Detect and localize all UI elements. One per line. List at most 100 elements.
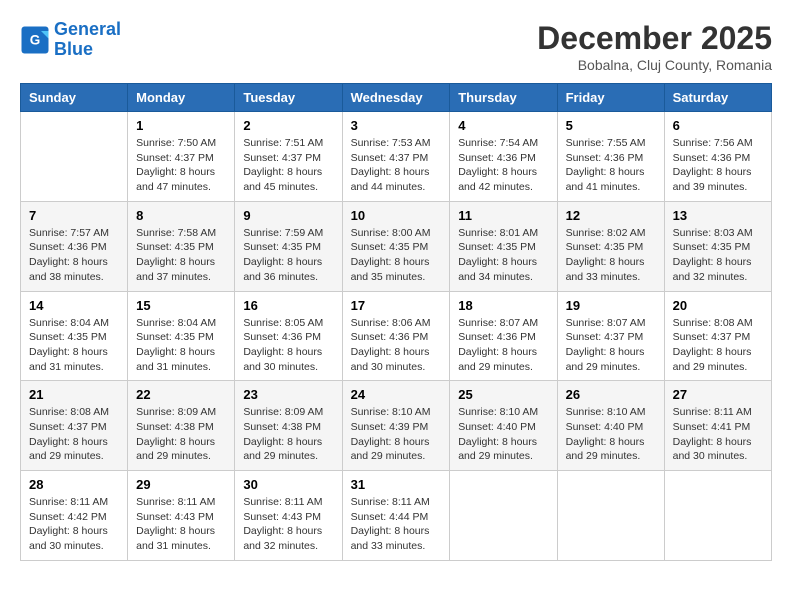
calendar-cell: 20 Sunrise: 8:08 AM Sunset: 4:37 PM Dayl… [664, 291, 771, 381]
calendar-week-row: 28 Sunrise: 8:11 AM Sunset: 4:42 PM Dayl… [21, 471, 772, 561]
calendar-week-row: 7 Sunrise: 7:57 AM Sunset: 4:36 PM Dayli… [21, 201, 772, 291]
day-info: Sunrise: 7:58 AM Sunset: 4:35 PM Dayligh… [136, 226, 226, 285]
calendar-cell: 26 Sunrise: 8:10 AM Sunset: 4:40 PM Dayl… [557, 381, 664, 471]
calendar-day-header: Friday [557, 84, 664, 112]
calendar-cell: 15 Sunrise: 8:04 AM Sunset: 4:35 PM Dayl… [128, 291, 235, 381]
day-number: 18 [458, 298, 548, 313]
day-number: 11 [458, 208, 548, 223]
day-info: Sunrise: 7:54 AM Sunset: 4:36 PM Dayligh… [458, 136, 548, 195]
day-info: Sunrise: 8:11 AM Sunset: 4:41 PM Dayligh… [673, 405, 763, 464]
calendar-cell: 4 Sunrise: 7:54 AM Sunset: 4:36 PM Dayli… [450, 112, 557, 202]
day-number: 30 [243, 477, 333, 492]
calendar-cell [664, 471, 771, 561]
title-block: December 2025 Bobalna, Cluj County, Roma… [537, 20, 772, 73]
day-info: Sunrise: 8:07 AM Sunset: 4:37 PM Dayligh… [566, 316, 656, 375]
day-info: Sunrise: 8:11 AM Sunset: 4:43 PM Dayligh… [136, 495, 226, 554]
day-number: 5 [566, 118, 656, 133]
day-info: Sunrise: 7:50 AM Sunset: 4:37 PM Dayligh… [136, 136, 226, 195]
calendar-cell: 28 Sunrise: 8:11 AM Sunset: 4:42 PM Dayl… [21, 471, 128, 561]
calendar-cell: 2 Sunrise: 7:51 AM Sunset: 4:37 PM Dayli… [235, 112, 342, 202]
day-number: 31 [351, 477, 442, 492]
calendar-week-row: 1 Sunrise: 7:50 AM Sunset: 4:37 PM Dayli… [21, 112, 772, 202]
svg-text:G: G [30, 32, 41, 47]
day-number: 4 [458, 118, 548, 133]
calendar-day-header: Wednesday [342, 84, 450, 112]
day-number: 17 [351, 298, 442, 313]
day-info: Sunrise: 8:08 AM Sunset: 4:37 PM Dayligh… [673, 316, 763, 375]
day-number: 13 [673, 208, 763, 223]
calendar-cell: 13 Sunrise: 8:03 AM Sunset: 4:35 PM Dayl… [664, 201, 771, 291]
calendar-cell: 21 Sunrise: 8:08 AM Sunset: 4:37 PM Dayl… [21, 381, 128, 471]
calendar-cell: 7 Sunrise: 7:57 AM Sunset: 4:36 PM Dayli… [21, 201, 128, 291]
calendar-cell: 3 Sunrise: 7:53 AM Sunset: 4:37 PM Dayli… [342, 112, 450, 202]
day-info: Sunrise: 8:08 AM Sunset: 4:37 PM Dayligh… [29, 405, 119, 464]
day-info: Sunrise: 8:03 AM Sunset: 4:35 PM Dayligh… [673, 226, 763, 285]
logo-text-line1: General [54, 20, 121, 40]
calendar-cell: 12 Sunrise: 8:02 AM Sunset: 4:35 PM Dayl… [557, 201, 664, 291]
day-number: 12 [566, 208, 656, 223]
calendar-cell: 5 Sunrise: 7:55 AM Sunset: 4:36 PM Dayli… [557, 112, 664, 202]
page-header: G General Blue December 2025 Bobalna, Cl… [20, 20, 772, 73]
day-number: 10 [351, 208, 442, 223]
day-number: 1 [136, 118, 226, 133]
day-number: 23 [243, 387, 333, 402]
day-info: Sunrise: 7:57 AM Sunset: 4:36 PM Dayligh… [29, 226, 119, 285]
calendar-cell: 29 Sunrise: 8:11 AM Sunset: 4:43 PM Dayl… [128, 471, 235, 561]
day-info: Sunrise: 8:10 AM Sunset: 4:39 PM Dayligh… [351, 405, 442, 464]
day-info: Sunrise: 8:00 AM Sunset: 4:35 PM Dayligh… [351, 226, 442, 285]
day-number: 7 [29, 208, 119, 223]
calendar-cell [450, 471, 557, 561]
day-number: 8 [136, 208, 226, 223]
calendar-cell: 14 Sunrise: 8:04 AM Sunset: 4:35 PM Dayl… [21, 291, 128, 381]
day-number: 25 [458, 387, 548, 402]
calendar-cell: 9 Sunrise: 7:59 AM Sunset: 4:35 PM Dayli… [235, 201, 342, 291]
logo: G General Blue [20, 20, 121, 60]
day-number: 15 [136, 298, 226, 313]
day-info: Sunrise: 8:04 AM Sunset: 4:35 PM Dayligh… [29, 316, 119, 375]
calendar-body: 1 Sunrise: 7:50 AM Sunset: 4:37 PM Dayli… [21, 112, 772, 561]
day-number: 16 [243, 298, 333, 313]
calendar-cell: 27 Sunrise: 8:11 AM Sunset: 4:41 PM Dayl… [664, 381, 771, 471]
day-number: 28 [29, 477, 119, 492]
day-number: 3 [351, 118, 442, 133]
day-info: Sunrise: 8:10 AM Sunset: 4:40 PM Dayligh… [458, 405, 548, 464]
day-info: Sunrise: 8:06 AM Sunset: 4:36 PM Dayligh… [351, 316, 442, 375]
calendar-cell: 25 Sunrise: 8:10 AM Sunset: 4:40 PM Dayl… [450, 381, 557, 471]
day-info: Sunrise: 8:11 AM Sunset: 4:43 PM Dayligh… [243, 495, 333, 554]
calendar-cell: 30 Sunrise: 8:11 AM Sunset: 4:43 PM Dayl… [235, 471, 342, 561]
calendar-week-row: 14 Sunrise: 8:04 AM Sunset: 4:35 PM Dayl… [21, 291, 772, 381]
day-info: Sunrise: 8:09 AM Sunset: 4:38 PM Dayligh… [136, 405, 226, 464]
day-info: Sunrise: 7:53 AM Sunset: 4:37 PM Dayligh… [351, 136, 442, 195]
day-number: 20 [673, 298, 763, 313]
day-number: 14 [29, 298, 119, 313]
calendar-header-row: SundayMondayTuesdayWednesdayThursdayFrid… [21, 84, 772, 112]
location: Bobalna, Cluj County, Romania [537, 57, 772, 73]
day-info: Sunrise: 8:05 AM Sunset: 4:36 PM Dayligh… [243, 316, 333, 375]
calendar-week-row: 21 Sunrise: 8:08 AM Sunset: 4:37 PM Dayl… [21, 381, 772, 471]
day-info: Sunrise: 7:51 AM Sunset: 4:37 PM Dayligh… [243, 136, 333, 195]
calendar-cell: 10 Sunrise: 8:00 AM Sunset: 4:35 PM Dayl… [342, 201, 450, 291]
calendar-cell: 6 Sunrise: 7:56 AM Sunset: 4:36 PM Dayli… [664, 112, 771, 202]
logo-icon: G [20, 25, 50, 55]
calendar-cell: 19 Sunrise: 8:07 AM Sunset: 4:37 PM Dayl… [557, 291, 664, 381]
day-number: 29 [136, 477, 226, 492]
calendar-day-header: Tuesday [235, 84, 342, 112]
calendar-cell: 16 Sunrise: 8:05 AM Sunset: 4:36 PM Dayl… [235, 291, 342, 381]
day-number: 27 [673, 387, 763, 402]
day-number: 2 [243, 118, 333, 133]
calendar-day-header: Thursday [450, 84, 557, 112]
day-number: 6 [673, 118, 763, 133]
logo-text-line2: Blue [54, 40, 121, 60]
day-number: 21 [29, 387, 119, 402]
day-number: 22 [136, 387, 226, 402]
calendar-day-header: Saturday [664, 84, 771, 112]
day-number: 24 [351, 387, 442, 402]
day-info: Sunrise: 7:56 AM Sunset: 4:36 PM Dayligh… [673, 136, 763, 195]
calendar-cell: 8 Sunrise: 7:58 AM Sunset: 4:35 PM Dayli… [128, 201, 235, 291]
day-number: 19 [566, 298, 656, 313]
day-number: 26 [566, 387, 656, 402]
calendar-table: SundayMondayTuesdayWednesdayThursdayFrid… [20, 83, 772, 561]
day-info: Sunrise: 8:01 AM Sunset: 4:35 PM Dayligh… [458, 226, 548, 285]
calendar-cell [21, 112, 128, 202]
calendar-cell: 24 Sunrise: 8:10 AM Sunset: 4:39 PM Dayl… [342, 381, 450, 471]
